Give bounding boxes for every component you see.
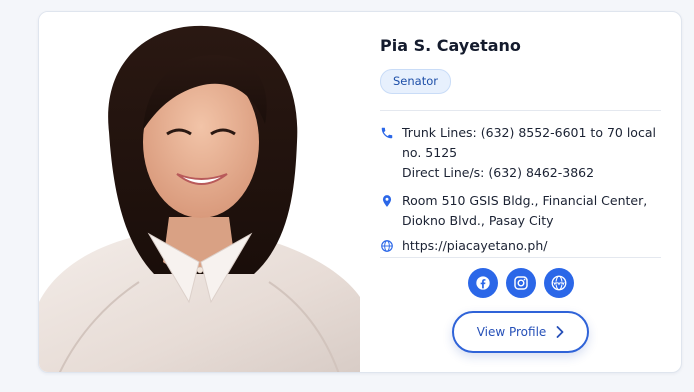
instagram-icon — [514, 276, 528, 290]
senator-info: Pia S. Cayetano Senator Trunk Lines: (63… — [380, 12, 661, 372]
location-pin-icon — [382, 195, 392, 207]
website-row[interactable]: https://piacayetano.ph/ — [380, 236, 661, 256]
view-profile-label: View Profile — [476, 325, 547, 339]
address-row: Room 510 GSIS Bldg., Financial Center, D… — [380, 191, 661, 233]
phone-line-2: no. 5125 — [402, 145, 458, 160]
website-button[interactable] — [544, 268, 574, 298]
instagram-button[interactable] — [506, 268, 536, 298]
info-divider-top — [380, 110, 661, 111]
chevron-right-icon — [556, 326, 564, 338]
phone-line-1: Trunk Lines: (632) 8552-6601 to 70 local — [402, 125, 656, 140]
portrait-illustration — [39, 25, 360, 372]
facebook-button[interactable] — [468, 268, 498, 298]
website-globe-icon — [551, 275, 567, 291]
facebook-icon — [476, 276, 490, 290]
address-line-2: Diokno Blvd., Pasay City — [402, 213, 554, 228]
senator-card: Pia S. Cayetano Senator Trunk Lines: (63… — [38, 11, 682, 373]
info-divider-bottom — [380, 257, 661, 258]
globe-icon — [381, 240, 393, 252]
senator-name: Pia S. Cayetano — [380, 36, 521, 55]
address-line-1: Room 510 GSIS Bldg., Financial Center, — [402, 193, 648, 208]
social-links — [468, 268, 574, 298]
phone-icon — [381, 127, 393, 139]
position-badge: Senator — [380, 69, 451, 94]
senator-photo — [39, 12, 360, 372]
view-profile-button[interactable]: View Profile — [452, 311, 589, 353]
phone-row: Trunk Lines: (632) 8552-6601 to 70 local… — [380, 123, 661, 185]
phone-line-3: Direct Line/s: (632) 8462-3862 — [402, 165, 595, 180]
website-link[interactable]: https://piacayetano.ph/ — [402, 236, 661, 256]
